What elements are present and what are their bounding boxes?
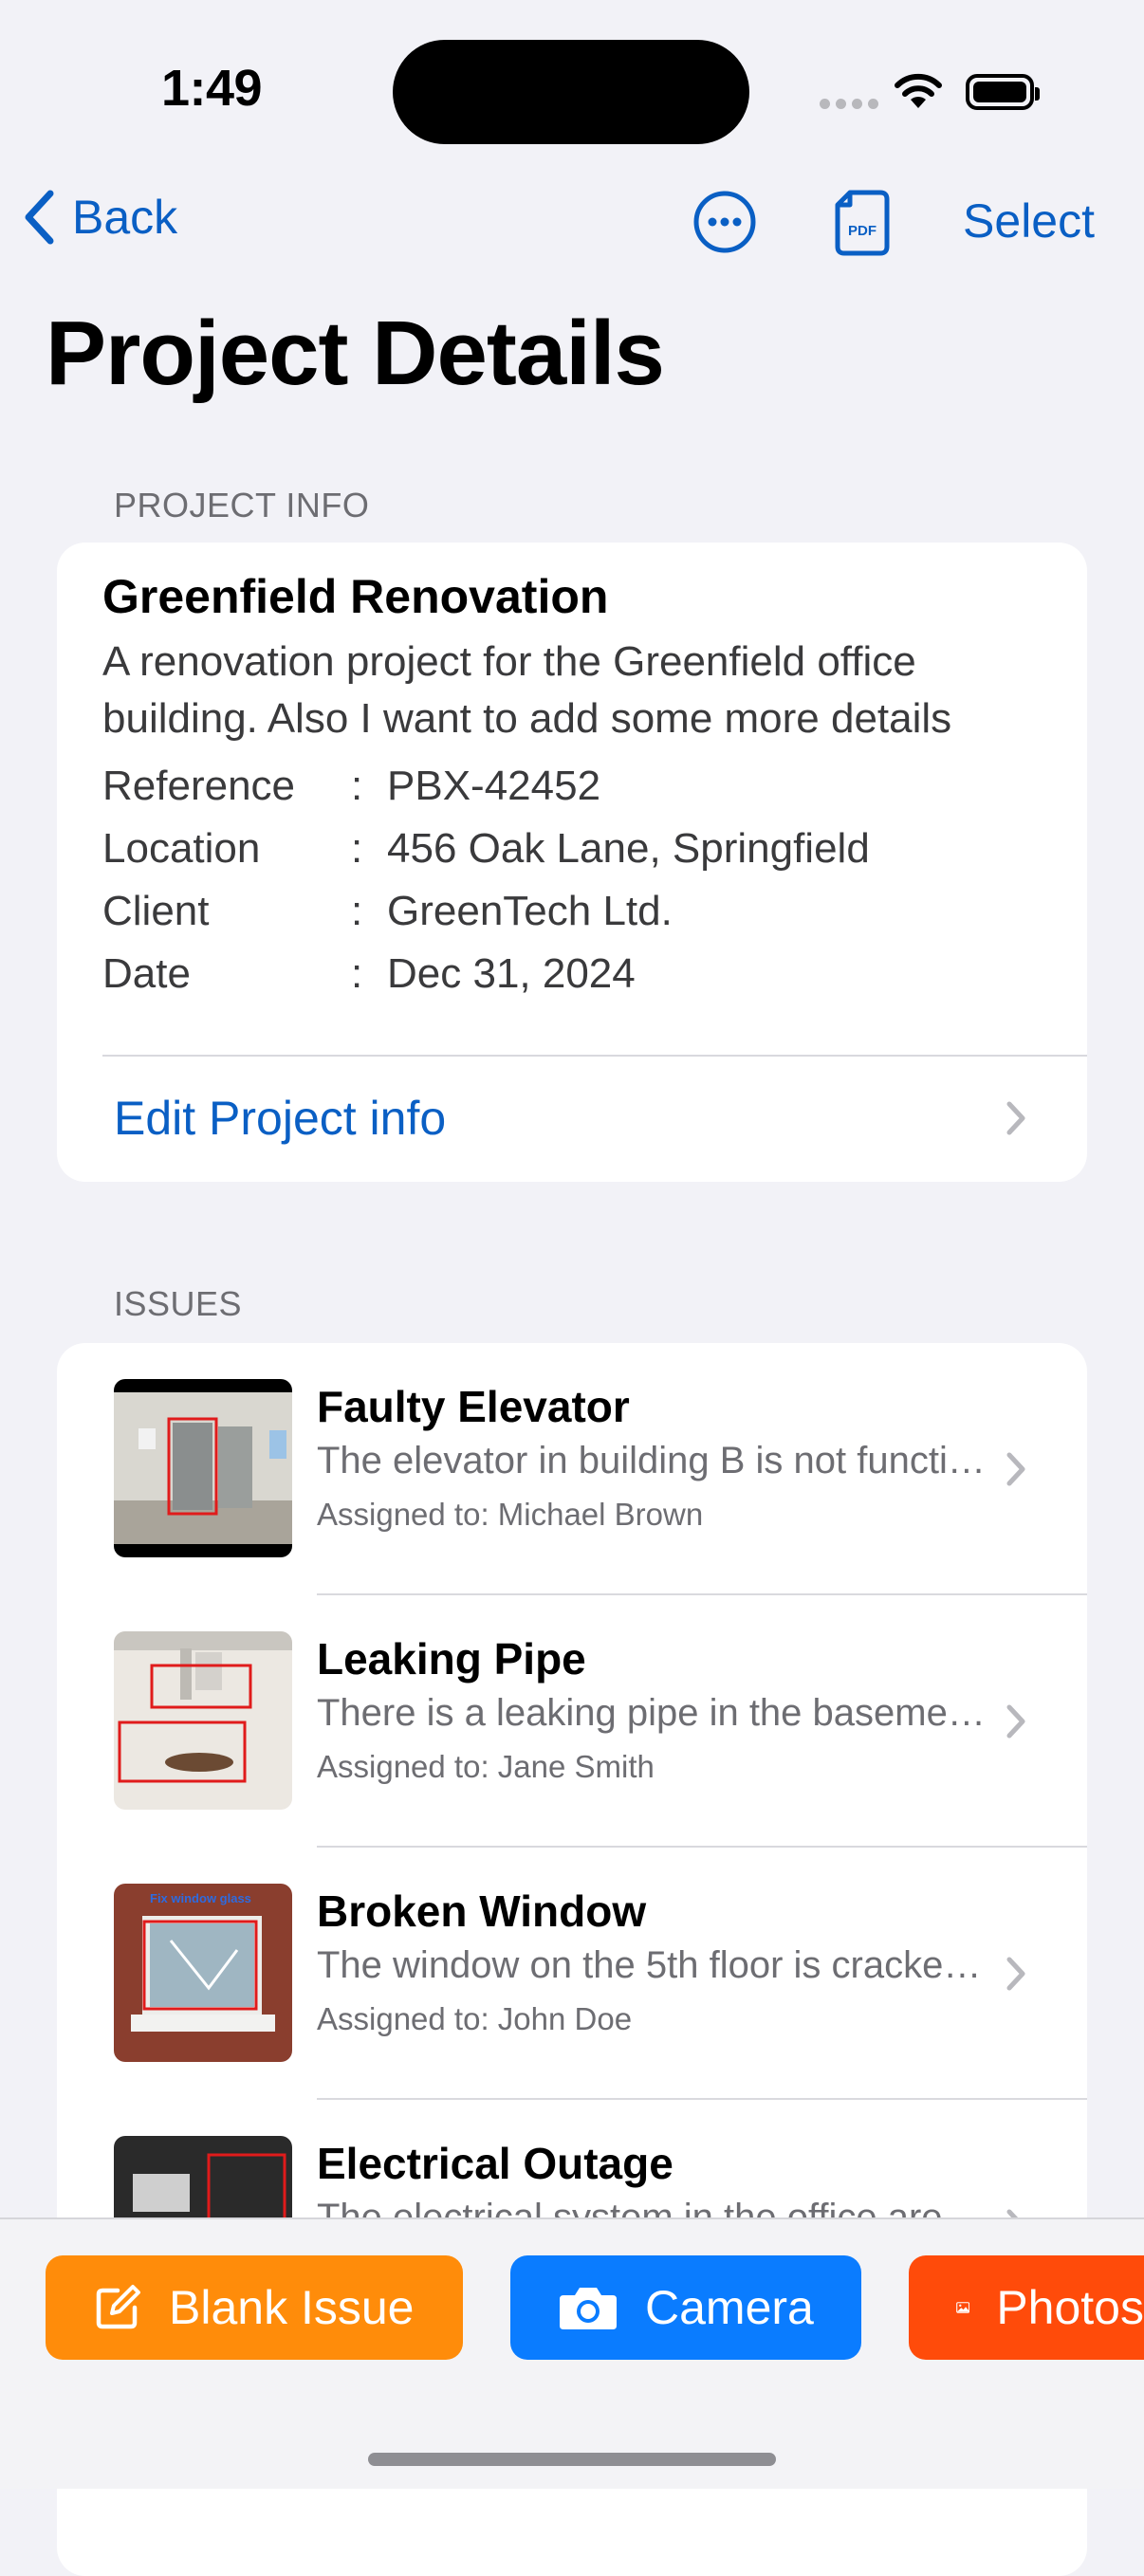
section-header-project-info: PROJECT INFO bbox=[114, 486, 370, 524]
chevron-left-icon bbox=[25, 190, 54, 245]
project-description: A renovation project for the Greenfield … bbox=[102, 638, 952, 742]
cellular-signal-icon bbox=[820, 99, 878, 109]
field-reference: Reference : PBX-42452 bbox=[102, 763, 600, 810]
blank-issue-label: Blank Issue bbox=[169, 2281, 415, 2334]
status-time: 1:49 bbox=[161, 60, 263, 117]
section-header-issues: ISSUES bbox=[114, 1284, 243, 1323]
ellipsis-circle-icon[interactable] bbox=[692, 190, 757, 254]
issue-assignee: Assigned to: Michael Brown bbox=[317, 1497, 704, 1532]
divider bbox=[102, 1055, 1087, 1057]
camera-label: Camera bbox=[645, 2281, 814, 2334]
edit-project-info-button[interactable]: Edit Project info bbox=[114, 1091, 446, 1146]
chevron-right-icon bbox=[1006, 1704, 1025, 1739]
field-separator: : bbox=[351, 825, 363, 872]
project-info-card: Greenfield Renovation A renovation proje… bbox=[57, 543, 1087, 1182]
field-location: Location : 456 Oak Lane, Springfield bbox=[102, 825, 870, 873]
chevron-right-icon bbox=[1006, 1101, 1025, 1135]
pdf-document-icon[interactable]: PDF bbox=[835, 190, 890, 256]
battery-icon bbox=[966, 74, 1040, 110]
issue-title: Electrical Outage bbox=[317, 2139, 673, 2188]
select-button[interactable]: Select bbox=[963, 193, 1095, 248]
dynamic-island bbox=[393, 40, 749, 144]
wifi-icon bbox=[895, 73, 942, 108]
project-name: Greenfield Renovation bbox=[102, 570, 609, 623]
field-separator: : bbox=[351, 763, 363, 809]
issue-photo-thumbnail bbox=[114, 1631, 292, 1810]
issue-title: Faulty Elevator bbox=[317, 1382, 630, 1431]
issue-title: Broken Window bbox=[317, 1886, 647, 1936]
blank-issue-button[interactable]: Blank Issue bbox=[46, 2255, 463, 2360]
photos-button[interactable]: Photos bbox=[909, 2255, 1144, 2360]
pdf-badge-text: PDF bbox=[848, 223, 876, 239]
issue-row-broken-window[interactable]: Fix window glass Broken Window The windo… bbox=[57, 1848, 1087, 2100]
chevron-right-icon bbox=[1006, 1452, 1025, 1486]
camera-icon bbox=[560, 2288, 617, 2329]
photos-label: Photos bbox=[996, 2281, 1144, 2334]
issue-photo-thumbnail bbox=[114, 1379, 292, 1557]
field-client: Client : GreenTech Ltd. bbox=[102, 888, 673, 935]
issue-row-leaking-pipe[interactable]: Leaking Pipe There is a leaking pipe in … bbox=[57, 1595, 1087, 1848]
field-value: Dec 31, 2024 bbox=[387, 950, 636, 997]
home-indicator bbox=[368, 2453, 776, 2466]
field-value: PBX-42452 bbox=[387, 763, 601, 809]
field-separator: : bbox=[351, 950, 363, 997]
camera-button[interactable]: Camera bbox=[510, 2255, 861, 2360]
issue-assignee: Assigned to: Jane Smith bbox=[317, 1749, 655, 1784]
field-label: Client bbox=[102, 888, 210, 934]
issue-title: Leaking Pipe bbox=[317, 1634, 586, 1684]
field-label: Reference bbox=[102, 763, 296, 809]
photo-icon bbox=[956, 2302, 970, 2313]
field-date: Date : Dec 31, 2024 bbox=[102, 950, 636, 998]
issue-description: There is a leaking pipe in the basement … bbox=[317, 1692, 1000, 1734]
chevron-right-icon bbox=[1006, 1957, 1025, 1991]
back-button[interactable]: Back bbox=[23, 190, 177, 245]
field-label: Location bbox=[102, 825, 261, 872]
field-separator: : bbox=[351, 888, 363, 934]
issue-description: The elevator in building B is not functi… bbox=[317, 1440, 1000, 1481]
back-label: Back bbox=[72, 191, 178, 244]
bottom-action-bar: Blank Issue Camera Photos bbox=[0, 2217, 1144, 2489]
annotation-text: Fix window glass bbox=[150, 1891, 251, 1905]
issue-row-faulty-elevator[interactable]: Faulty Elevator The elevator in building… bbox=[57, 1343, 1087, 1595]
compose-icon bbox=[96, 2285, 140, 2329]
field-value: GreenTech Ltd. bbox=[387, 888, 673, 934]
issue-description: The window on the 5th floor is cracked a… bbox=[317, 1944, 1000, 1986]
issue-assignee: Assigned to: John Doe bbox=[317, 2001, 633, 2036]
issue-photo-thumbnail: Fix window glass bbox=[114, 1884, 292, 2062]
page-title: Project Details bbox=[46, 303, 665, 404]
field-value: 456 Oak Lane, Springfield bbox=[387, 825, 870, 872]
field-label: Date bbox=[102, 950, 191, 997]
